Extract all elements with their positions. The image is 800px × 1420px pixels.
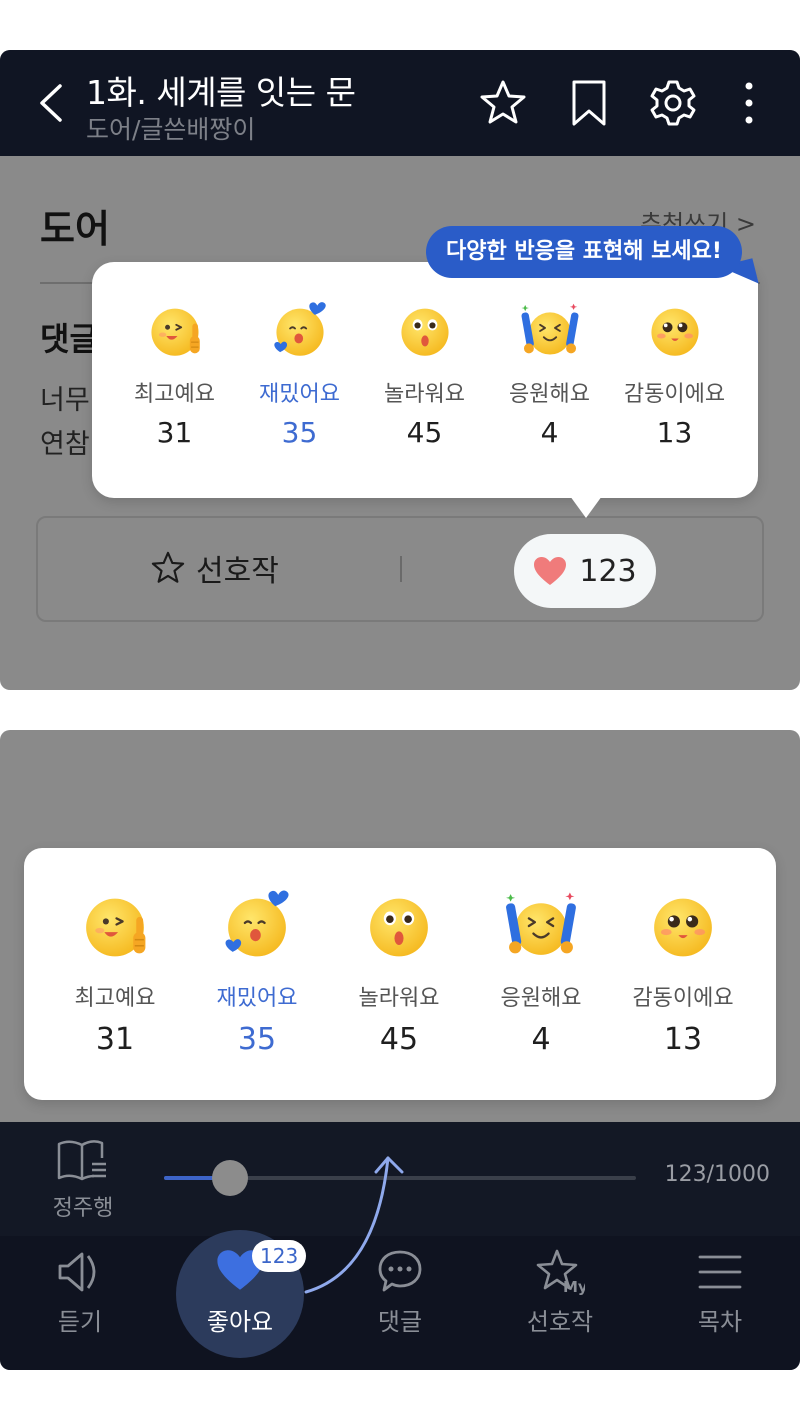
action-bar: 선호작 123 — [36, 516, 764, 622]
surprised-icon — [394, 300, 456, 362]
reaction-count: 31 — [95, 1022, 135, 1057]
reaction-label: 감동이에요 — [623, 382, 726, 407]
reaction-item[interactable]: 감동이에요 13 — [612, 300, 737, 449]
svg-text:My: My — [563, 1278, 585, 1296]
reaction-label: 최고예요 — [74, 986, 156, 1011]
like-button[interactable]: 123 — [514, 534, 656, 608]
menu-icon — [698, 1255, 742, 1289]
thumbs-up-wink-icon — [144, 300, 206, 362]
cheering-icon — [503, 888, 579, 964]
nav-label: 선호작 — [526, 1308, 594, 1336]
comment-text: 연참 — [40, 429, 90, 460]
more-vertical-icon[interactable] — [724, 78, 774, 128]
favorite-button[interactable]: 선호작 — [150, 548, 279, 589]
heart-icon — [534, 557, 567, 585]
comment-text: 너무 — [40, 385, 90, 416]
reaction-item[interactable]: 응원해요 4 — [470, 888, 612, 1057]
touched-icon — [645, 888, 721, 964]
like-count-badge: 123 — [252, 1240, 307, 1272]
surprised-icon — [361, 888, 437, 964]
reaction-label: 놀라워요 — [358, 986, 440, 1011]
reaction-item[interactable]: 재밌어요 35 — [237, 300, 362, 449]
nav-label: 듣기 — [57, 1308, 103, 1336]
reaction-item[interactable]: 재밌어요 35 — [186, 888, 328, 1057]
reaction-count: 45 — [406, 416, 443, 449]
reaction-tooltip: 다양한 반응을 표현해 보세요! — [426, 226, 742, 278]
star-icon[interactable] — [478, 78, 528, 128]
back-arrow-icon[interactable] — [34, 80, 70, 126]
reaction-count: 31 — [156, 416, 193, 449]
reaction-item[interactable]: 감동이에요 13 — [612, 888, 754, 1057]
divider — [400, 556, 402, 582]
episode-title: 1화. 세계를 잇는 문 — [86, 73, 356, 112]
nav-favorites[interactable]: My 선호작 — [510, 1248, 610, 1337]
reaction-item[interactable]: 놀라워요 45 — [362, 300, 487, 449]
popup-arrow — [570, 496, 602, 518]
nav-label: 목차 — [697, 1308, 743, 1336]
favorite-label: 선호작 — [196, 554, 279, 589]
reaction-count: 4 — [531, 1022, 551, 1057]
arrow-pointer-icon — [304, 1156, 404, 1294]
reaction-count: 35 — [281, 416, 318, 449]
reaction-item[interactable]: 최고예요 31 — [112, 300, 237, 449]
hearts-icon — [269, 300, 331, 362]
book-icon — [57, 1140, 106, 1181]
reaction-list: 최고예요 31 재밌어요 35 놀라워요 45 응원해요 4 감동이에요 13 — [44, 888, 754, 1057]
reaction-popup: 최고예요 31 재밌어요 35 놀라워요 45 응원해요 4 감동이에요 13 — [24, 848, 776, 1100]
reaction-label: 응원해요 — [500, 986, 582, 1011]
hearts-icon — [219, 888, 295, 964]
reaction-label: 응원해요 — [509, 382, 590, 407]
bookmark-icon[interactable] — [564, 78, 614, 128]
cheering-icon — [519, 300, 581, 362]
reaction-item[interactable]: 응원해요 4 — [487, 300, 612, 449]
slider-thumb[interactable] — [212, 1160, 249, 1196]
thumbs-up-wink-icon — [77, 888, 153, 964]
like-count: 123 — [579, 553, 637, 589]
continuous-read-label: 정주행 — [52, 1196, 114, 1221]
reaction-count: 35 — [237, 1022, 277, 1057]
reaction-label: 재밌어요 — [259, 382, 340, 407]
reaction-popup: 최고예요 31 재밌어요 35 놀라워요 45 응원해요 4 감동이에요 13 — [92, 262, 758, 498]
reaction-list: 최고예요 31 재밌어요 35 놀라워요 45 응원해요 4 감동이에요 13 — [112, 300, 737, 449]
reaction-label: 재밌어요 — [216, 986, 298, 1011]
nav-listen[interactable]: 듣기 — [30, 1248, 130, 1337]
nav-contents[interactable]: 목차 — [670, 1248, 770, 1337]
work-subtitle: 도어/글쓴배짱이 — [86, 115, 256, 144]
page-indicator: 123/1000 — [664, 1162, 770, 1187]
author-name: 도어 — [40, 207, 110, 251]
reaction-count: 13 — [656, 416, 693, 449]
continuous-read-button[interactable]: 정주행 — [48, 1138, 118, 1222]
star-my-icon: My — [536, 1249, 585, 1296]
reaction-label: 놀라워요 — [384, 382, 465, 407]
reaction-count: 13 — [663, 1022, 703, 1057]
touched-icon — [644, 300, 706, 362]
reaction-item[interactable]: 최고예요 31 — [44, 888, 186, 1057]
star-icon — [151, 551, 185, 583]
reaction-count: 4 — [540, 416, 559, 449]
gear-icon[interactable] — [648, 78, 698, 128]
comment-heading: 댓글 — [40, 320, 99, 358]
reaction-popup-screen-2: 최고예요 31 재밌어요 35 놀라워요 45 응원해요 4 감동이에요 13 정주행 123/1… — [0, 730, 800, 1370]
reaction-popup-screen-1: 1화. 세계를 잇는 문 도어/글쓴배짱이 도어 추천쓰기 > 댓글 너무 연참… — [0, 50, 800, 690]
nav-label: 댓글 — [377, 1308, 423, 1336]
reaction-item[interactable]: 놀라워요 45 — [328, 888, 470, 1057]
reaction-count: 45 — [379, 1022, 419, 1057]
reaction-label: 최고예요 — [134, 382, 215, 407]
bottom-navigation: 듣기 좋아요 123 댓글 My 선호작 목차 — [0, 1156, 800, 1370]
reaction-label: 감동이에요 — [632, 986, 734, 1011]
nav-label: 좋아요 — [206, 1308, 274, 1336]
speaker-icon — [58, 1252, 96, 1292]
top-bar: 1화. 세계를 잇는 문 도어/글쓴배짱이 — [0, 50, 800, 156]
